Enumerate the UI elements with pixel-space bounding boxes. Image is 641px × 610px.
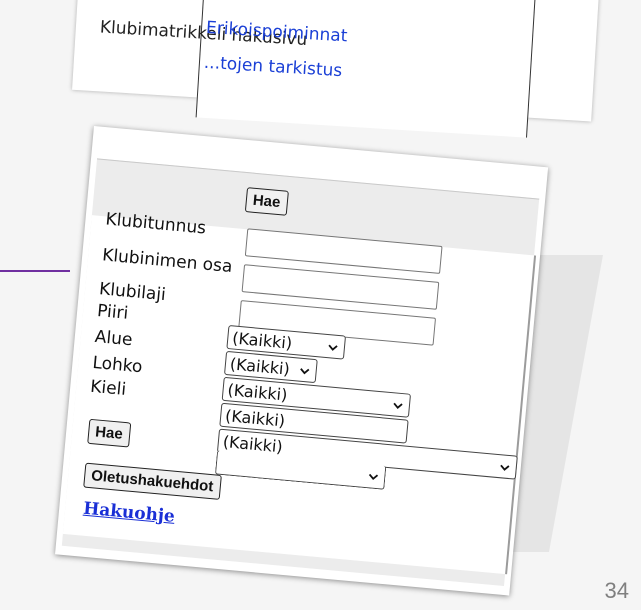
search-form-panel: Hae Klubitunnus Klubinimen osa Klubilaji…	[55, 126, 549, 596]
label-kieli: Kieli	[89, 376, 127, 400]
piiri-select-value: (Kaikki)	[229, 354, 291, 379]
chevron-down-icon	[368, 473, 379, 481]
slide-number: 34	[604, 578, 629, 603]
accent-line-horizontal	[0, 270, 70, 272]
chevron-down-icon	[328, 344, 338, 351]
search-button-top[interactable]: Hae	[244, 187, 289, 216]
label-alue: Alue	[93, 326, 134, 351]
alue-select-value: (Kaikki)	[226, 380, 289, 405]
chevron-down-icon	[393, 402, 403, 409]
chevron-down-icon	[500, 464, 510, 471]
top-menu-fragment: Klubimatrikkeli hakusivu Erikoispoiminna…	[72, 0, 600, 138]
lohko-select-value: (Kaikki)	[224, 406, 286, 431]
chevron-down-icon	[300, 368, 310, 375]
label-piiri: Piiri	[96, 301, 130, 324]
search-button-bottom[interactable]: Hae	[87, 418, 131, 448]
klubilaji-select-value: (Kaikki)	[231, 328, 293, 353]
